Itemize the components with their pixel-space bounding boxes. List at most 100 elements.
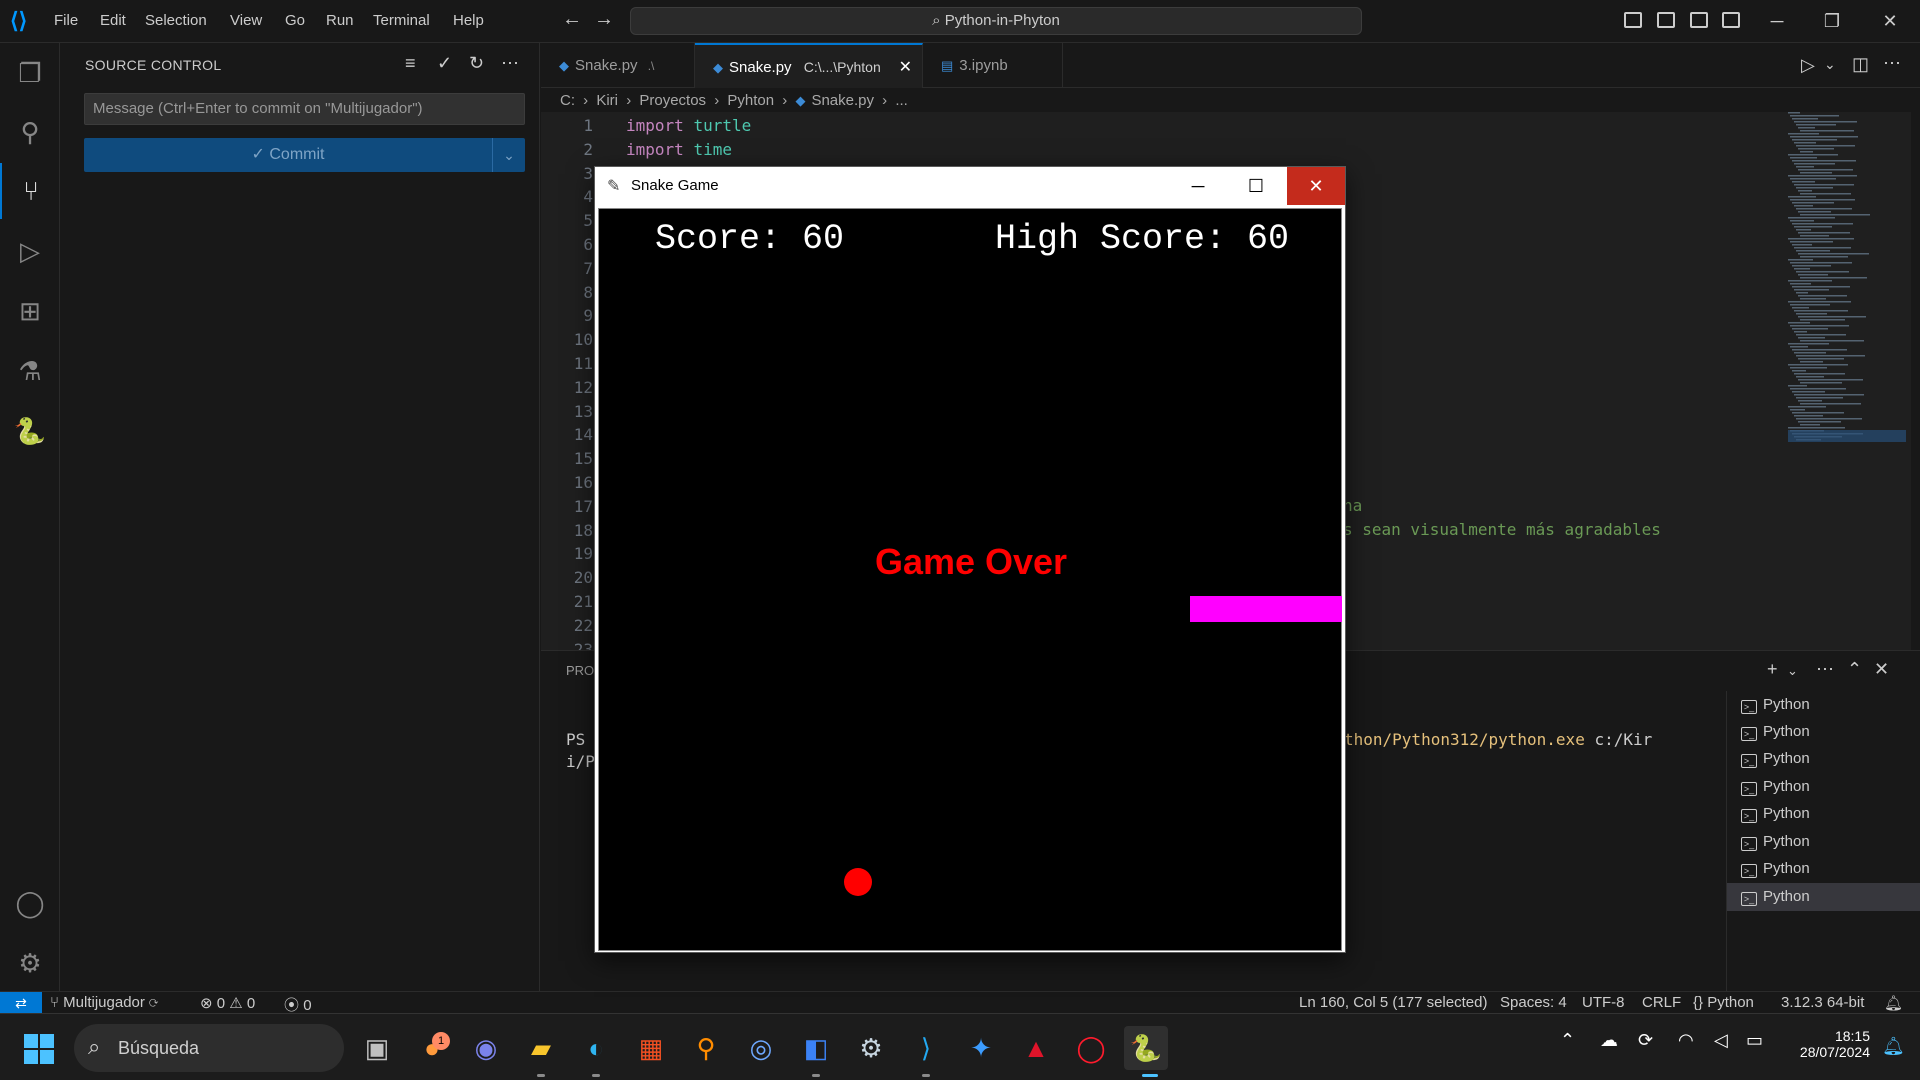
toggle-secondary-sidebar-icon[interactable] [1690, 12, 1708, 28]
breadcrumb-item[interactable]: Pyhton [727, 92, 774, 109]
python-icon[interactable]: 🐍 [0, 403, 60, 459]
refresh-icon[interactable]: ↻ [469, 53, 484, 74]
tab-notebook[interactable]: ▤ 3.ipynb [923, 43, 1063, 88]
testing-icon[interactable]: ⚗ [0, 343, 60, 399]
terminal-item[interactable]: >_ Python [1727, 855, 1920, 883]
explorer-icon[interactable]: ❐ [0, 45, 60, 101]
vscode-icon[interactable]: ⟩ [904, 1026, 948, 1070]
app-icon-orange[interactable]: ● [410, 1026, 454, 1070]
task-view-icon[interactable]: ▣ [355, 1026, 399, 1070]
run-python-icon[interactable]: ▷ [1801, 55, 1815, 76]
sync-icon[interactable]: ⟳ [1638, 1030, 1653, 1051]
search-icon[interactable]: ⚲ [0, 104, 60, 160]
more-actions-icon[interactable]: ⋯ [501, 53, 519, 74]
maximize-icon[interactable]: ☐ [1227, 167, 1285, 205]
teams-icon[interactable]: ◉ [464, 1026, 508, 1070]
minimap[interactable] [1788, 112, 1906, 452]
tab-snake-local[interactable]: ◆ Snake.py .\ [541, 43, 695, 88]
menu-terminal[interactable]: Terminal [373, 12, 430, 29]
source-control-icon[interactable]: ⑂ [0, 163, 60, 219]
restore-icon[interactable]: ❐ [1812, 8, 1852, 34]
chevron-down-icon[interactable]: ⌄ [1787, 663, 1798, 679]
cloud-off-icon[interactable]: ☁ [1600, 1030, 1618, 1051]
terminal-item[interactable]: >_ Python [1727, 828, 1920, 856]
close-icon[interactable]: ✕ [1287, 167, 1345, 205]
menu-edit[interactable]: Edit [100, 12, 126, 29]
close-panel-icon[interactable]: ✕ [1874, 659, 1889, 680]
new-terminal-icon[interactable]: + [1767, 659, 1778, 680]
more-actions-icon[interactable]: ⋯ [1816, 659, 1834, 680]
indentation[interactable]: Spaces: 4 [1500, 994, 1567, 1011]
menu-file[interactable]: File [54, 12, 78, 29]
forward-arrow-icon[interactable]: → [594, 8, 614, 31]
cursor-position[interactable]: Ln 160, Col 5 (177 selected) [1299, 994, 1487, 1011]
edge-icon[interactable]: ◐ [574, 1026, 618, 1070]
ports-indicator[interactable]: ⦿ 0 [284, 994, 312, 1015]
terminal-item[interactable]: >_ Python [1727, 745, 1920, 773]
headset-app-icon[interactable]: ◎ [739, 1026, 783, 1070]
breadcrumb-item[interactable]: C: [560, 92, 575, 109]
menu-help[interactable]: Help [453, 12, 484, 29]
volume-icon[interactable]: ◁ [1714, 1030, 1728, 1051]
language-mode[interactable]: {} Python [1693, 994, 1754, 1011]
breadcrumb-item[interactable]: Proyectos [639, 92, 706, 109]
microsoft-store-icon[interactable]: ▦ [629, 1026, 673, 1070]
menu-view[interactable]: View [230, 12, 262, 29]
interpreter-version[interactable]: 3.12.3 64-bit [1781, 994, 1864, 1011]
menu-go[interactable]: Go [285, 12, 305, 29]
close-tab-icon[interactable]: ✕ [899, 45, 912, 90]
windows-start-icon[interactable] [24, 1034, 54, 1064]
menu-selection[interactable]: Selection [145, 12, 207, 29]
more-actions-icon[interactable]: ⋯ [1883, 53, 1901, 74]
toggle-panel-icon[interactable] [1657, 12, 1675, 28]
remote-icon[interactable]: ⇄ [0, 992, 42, 1014]
encoding[interactable]: UTF-8 [1582, 994, 1625, 1011]
terminal-item-active[interactable]: >_ Python [1727, 883, 1920, 911]
chevron-up-icon[interactable]: ⌃ [1560, 1030, 1575, 1051]
chevron-down-icon[interactable]: ⌄ [492, 138, 525, 172]
accounts-icon[interactable]: ◯ [0, 875, 60, 931]
line-ending[interactable]: CRLF [1642, 994, 1681, 1011]
battery-icon[interactable]: ▭ [1746, 1030, 1763, 1051]
notification-bell-icon[interactable]: 🔔︎ [1882, 1036, 1905, 1057]
terminal-item[interactable]: >_ Python [1727, 800, 1920, 828]
opera-icon[interactable]: ◯ [1069, 1026, 1113, 1070]
terminal-item[interactable]: >_ Python [1727, 691, 1920, 719]
customize-layout-icon[interactable] [1722, 12, 1740, 28]
python-app-icon[interactable]: 🐍 [1124, 1026, 1168, 1070]
maximize-panel-icon[interactable]: ⌃ [1847, 659, 1862, 680]
search-everything-icon[interactable]: ⚲ [684, 1026, 728, 1070]
gear-icon[interactable]: ⚙ [0, 935, 60, 991]
wifi-icon[interactable]: ◠ [1678, 1030, 1694, 1051]
settings-app-icon[interactable]: ✦ [959, 1026, 1003, 1070]
breadcrumb-item[interactable]: ... [895, 92, 908, 109]
commit-check-icon[interactable]: ✓ [437, 53, 452, 74]
clock[interactable]: 18:15 28/07/2024 [1790, 1028, 1870, 1060]
problems-indicator[interactable]: ⊗ 0 ⚠ 0 [200, 994, 255, 1012]
command-center[interactable]: ⌕ Python-in-Phyton [630, 7, 1362, 35]
toggle-primary-sidebar-icon[interactable] [1624, 12, 1642, 28]
commit-message-input[interactable]: Message (Ctrl+Enter to commit on "Multij… [84, 93, 525, 125]
snake-window-titlebar[interactable]: ✎ Snake Game ─ ☐ ✕ [595, 167, 1345, 205]
commit-button[interactable]: ✓ Commit ⌄ [84, 138, 525, 172]
minimize-icon[interactable]: ─ [1169, 167, 1227, 205]
branch-indicator[interactable]: ⑂ Multijugador ⟳ [50, 994, 158, 1011]
tab-snake-pyhton[interactable]: ◆ Snake.py C:\...\Pyhton ✕ [695, 43, 923, 88]
view-as-tree-icon[interactable]: ≡ [405, 53, 416, 74]
panel-tab-problems[interactable]: PRO [566, 663, 594, 678]
run-debug-icon[interactable]: ▷ [0, 223, 60, 279]
terminal-item[interactable]: >_ Python [1727, 718, 1920, 746]
split-editor-icon[interactable]: ◫ [1852, 54, 1869, 75]
chevron-down-icon[interactable]: ⌄ [1824, 56, 1836, 73]
steam-icon[interactable]: ⚙ [849, 1026, 893, 1070]
menu-run[interactable]: Run [326, 12, 354, 29]
red-app-icon[interactable]: ▲ [1014, 1026, 1058, 1070]
linear-app-icon[interactable]: ◧ [794, 1026, 838, 1070]
back-arrow-icon[interactable]: ← [562, 8, 582, 31]
bell-icon[interactable]: 🔔︎ [1884, 994, 1903, 1012]
terminal-item[interactable]: >_ Python [1727, 773, 1920, 801]
breadcrumb-item[interactable]: Kiri [596, 92, 618, 109]
taskbar-search[interactable]: ⌕ Búsqueda [74, 1024, 344, 1072]
close-icon[interactable]: ✕ [1870, 8, 1910, 34]
breadcrumb-item[interactable]: Snake.py [811, 92, 874, 109]
